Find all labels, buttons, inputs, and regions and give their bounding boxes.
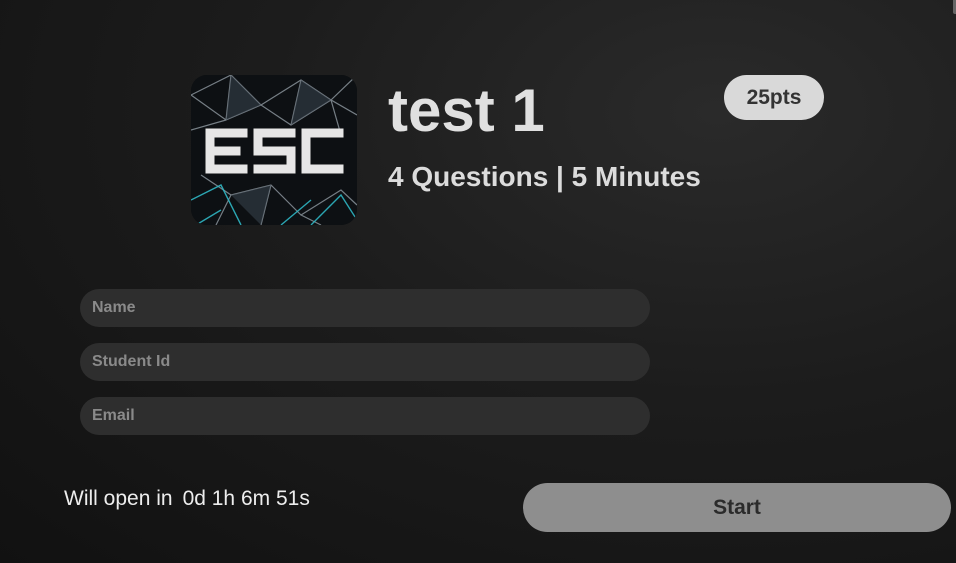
points-badge: 25pts <box>724 75 824 120</box>
student-id-input[interactable] <box>80 343 650 381</box>
quiz-logo-image <box>191 75 357 225</box>
countdown-value: 0d 1h 6m 51s <box>182 487 310 510</box>
quiz-title: test 1 <box>388 77 545 144</box>
email-input[interactable] <box>80 397 650 435</box>
start-button[interactable]: Start <box>523 483 951 532</box>
quiz-subtitle: 4 Questions | 5 Minutes <box>388 161 701 192</box>
name-input[interactable] <box>80 289 650 327</box>
countdown: Will open in 0d 1h 6m 51s <box>64 485 310 513</box>
countdown-label: Will open in <box>64 487 173 510</box>
